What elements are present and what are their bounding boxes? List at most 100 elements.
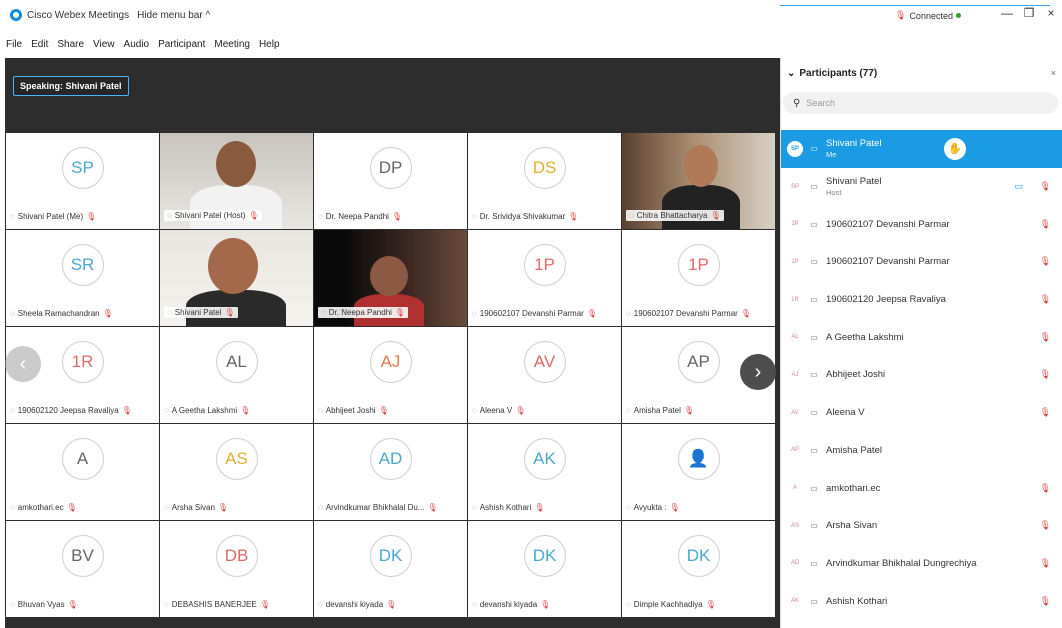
close-button[interactable]: × (1040, 6, 1062, 20)
muted-mic-icon[interactable]: 🎙 (1040, 256, 1051, 267)
participant-tile[interactable]: DS ◌ Dr. Srividya Shivakumar 🎙 (468, 133, 621, 229)
participant-list-item[interactable]: AD ▭ Arvindkumar Bhikhalal Dungrechiya 🎙 (781, 545, 1062, 583)
device-icon: ▭ (810, 257, 818, 267)
device-icon: ▭ (810, 408, 818, 418)
minimize-button[interactable]: — (996, 6, 1018, 20)
participant-search-input[interactable]: ⚲ Search (783, 92, 1058, 114)
device-icon: ▭ (810, 483, 818, 493)
participant-name: amkothari.ec (17, 503, 64, 512)
muted-mic-icon: 🎙 (391, 212, 403, 221)
participant-tile[interactable]: SR ◌ Sheela Ramachandran 🎙 (6, 230, 159, 326)
participant-avatar: AP (790, 447, 799, 454)
connection-status[interactable]: 🎙 Connected (895, 10, 961, 21)
chevron-down-icon[interactable]: ⌄ (787, 68, 795, 79)
participant-tile[interactable]: DP ◌ Dr. Neepa Pandhi 🎙 (314, 133, 467, 229)
participant-tile[interactable]: ◌ Shivani Patel 🎙 (160, 230, 313, 326)
participant-tile[interactable]: AJ ◌ Abhijeet Joshi 🎙 (314, 327, 467, 423)
participant-list-item[interactable]: AS ▭ Arsha Sivan 🎙 (781, 507, 1062, 545)
participant-tile[interactable]: 1P ◌ 190602107 Devanshi Parmar 🎙 (468, 230, 621, 326)
device-icon: ◌ (164, 503, 169, 512)
muted-mic-icon[interactable]: 🎙 (1040, 181, 1051, 192)
device-icon: ◌ (10, 503, 15, 512)
device-icon: ◌ (626, 503, 631, 512)
device-icon: ▭ (810, 219, 818, 229)
participant-tile-name: ◌ Shivani Patel (Host) 🎙 (164, 210, 262, 221)
avatar-initials: DP (369, 147, 412, 189)
participant-tile[interactable]: ◌ Shivani Patel (Host) 🎙 (160, 133, 313, 229)
participant-tile[interactable]: ◌ Chitra Bhattacharya 🎙 (622, 133, 775, 229)
device-icon: ◌ (167, 211, 172, 220)
hide-menu-bar-button[interactable]: Hide menu bar ^ (137, 10, 210, 21)
participant-list-item[interactable]: SP ▭ Shivani Patel Me ✋ (781, 130, 1062, 168)
participant-list-item[interactable]: 1P ▭ 190602107 Devanshi Parmar 🎙 (781, 205, 1062, 243)
muted-mic-icon[interactable]: 🎙 (1040, 332, 1051, 343)
muted-mic-icon: 🎙 (86, 212, 97, 221)
participant-tile[interactable]: DK ◌ devanshi kiyada 🎙 (468, 521, 621, 617)
participant-list-item[interactable]: AP ▭ Amisha Patel (781, 432, 1062, 470)
participant-avatar: AL (791, 334, 799, 341)
menu-file[interactable]: File (6, 39, 22, 50)
participant-list-item[interactable]: SP ▭ Shivani Patel Host ▭ 🎙 (781, 168, 1062, 206)
muted-mic-icon[interactable]: 🎙 (1040, 219, 1051, 230)
next-page-button[interactable]: › (740, 354, 776, 390)
muted-mic-icon[interactable]: 🎙 (1040, 558, 1051, 569)
muted-mic-icon: 🎙 (669, 503, 680, 512)
participant-tile[interactable]: 1P ◌ 190602107 Devanshi Parmar 🎙 (622, 230, 775, 326)
menu-share[interactable]: Share (57, 39, 84, 50)
participant-list-item[interactable]: AV ▭ Aleena V 🎙 (781, 394, 1062, 432)
participant-tile[interactable]: DB ◌ DEBASHIS BANERJEE 🎙 (160, 521, 313, 617)
menu-view[interactable]: View (93, 39, 115, 50)
menu-help[interactable]: Help (259, 39, 280, 50)
participant-list-name: Abhijeet Joshi (826, 369, 886, 381)
search-icon: ⚲ (793, 97, 801, 109)
device-icon: ◌ (472, 503, 477, 512)
muted-mic-icon[interactable]: 🎙 (1040, 520, 1051, 531)
participant-avatar: AS (790, 522, 799, 529)
muted-mic-icon[interactable]: 🎙 (1040, 483, 1051, 494)
participant-tile[interactable]: ◌ Dr. Neepa Pandhi 🎙 (314, 230, 467, 326)
participant-tile[interactable]: AS ◌ Arsha Sivan 🎙 (160, 424, 313, 520)
participants-panel-title: Participants (77) (799, 67, 878, 79)
device-icon: ◌ (164, 600, 169, 609)
participant-tile[interactable]: DK ◌ Dimple Kachhadiya 🎙 (622, 521, 775, 617)
avatar-initials: DK (677, 535, 720, 577)
participant-tile-name: ◌ DEBASHIS BANERJEE 🎙 (164, 600, 309, 609)
muted-mic-icon[interactable]: 🎙 (1040, 369, 1051, 380)
participant-name: Amisha Patel (633, 406, 681, 415)
participant-list-item[interactable]: AL ▭ A Geetha Lakshmi 🎙 (781, 318, 1062, 356)
previous-page-button[interactable]: ‹ (5, 346, 41, 382)
device-icon: ▭ (810, 445, 818, 455)
participants-panel-header[interactable]: ⌄ Participants (77) × (781, 58, 1062, 88)
menu-edit[interactable]: Edit (31, 39, 48, 50)
device-icon: ◌ (629, 211, 634, 220)
status-icon[interactable]: ✋ (944, 137, 966, 160)
participant-name: devanshi kiyada (325, 600, 384, 609)
participant-list-item[interactable]: AJ ▭ Abhijeet Joshi 🎙 (781, 356, 1062, 394)
participant-tile[interactable]: AV ◌ Aleena V 🎙 (468, 327, 621, 423)
participant-name: Dr. Srividya Shivakumar (479, 212, 566, 221)
maximize-button[interactable]: ❐ (1018, 6, 1040, 20)
participant-name: Chitra Bhattacharya (636, 211, 708, 220)
close-panel-icon[interactable]: × (1051, 68, 1056, 78)
muted-mic-icon[interactable]: 🎙 (1040, 596, 1051, 607)
avatar-initials: 1P (677, 244, 720, 286)
participant-tile[interactable]: 👤 ◌ Avyukta : 🎙 (622, 424, 775, 520)
menu-meeting[interactable]: Meeting (214, 39, 250, 50)
participant-tile[interactable]: AK ◌ Ashish Kothari 🎙 (468, 424, 621, 520)
muted-mic-icon[interactable]: 🎙 (1040, 407, 1051, 418)
participant-list-item[interactable]: AK ▭ Ashish Kothari 🎙 (781, 582, 1062, 620)
participant-list-item[interactable]: A ▭ amkothari.ec 🎙 (781, 469, 1062, 507)
participant-tile[interactable]: BV ◌ Bhuvan Vyas 🎙 (6, 521, 159, 617)
participant-list-item[interactable]: 1R ▭ 190602120 Jeepsa Ravaliya 🎙 (781, 281, 1062, 319)
muted-mic-icon[interactable]: 🎙 (1040, 294, 1051, 305)
device-icon: ◌ (472, 406, 477, 415)
participant-tile[interactable]: AD ◌ Arvindkumar Bhikhalal Du... 🎙 (314, 424, 467, 520)
participant-list-item[interactable]: 1P ▭ 190602107 Devanshi Parmar 🎙 (781, 243, 1062, 281)
participant-tile[interactable]: AL ◌ A Geetha Lakshmi 🎙 (160, 327, 313, 423)
menu-participant[interactable]: Participant (158, 39, 205, 50)
menu-audio[interactable]: Audio (124, 39, 150, 50)
participant-tile[interactable]: A ◌ amkothari.ec 🎙 (6, 424, 159, 520)
user-icon: 👤 (677, 438, 720, 480)
participant-tile[interactable]: SP ◌ Shivani Patel (Me) 🎙 (6, 133, 159, 229)
participant-tile[interactable]: DK ◌ devanshi kiyada 🎙 (314, 521, 467, 617)
